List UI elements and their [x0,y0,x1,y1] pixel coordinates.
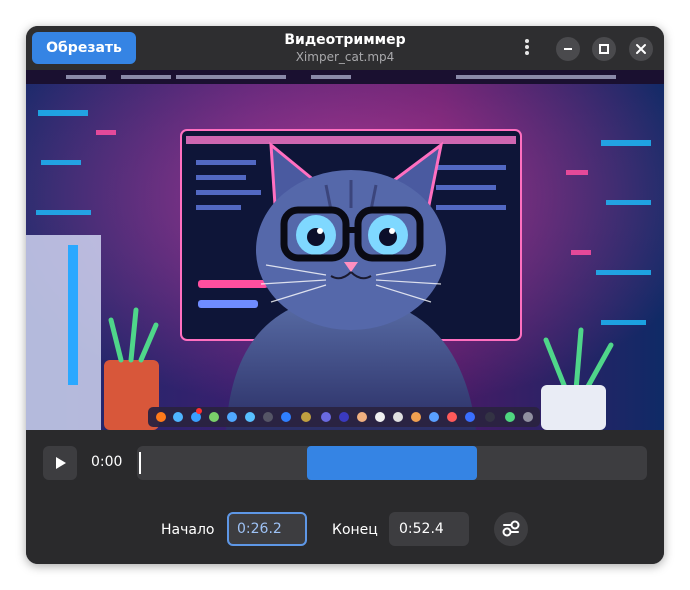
timeline-track[interactable] [137,446,647,480]
vertical-dots-icon [516,39,538,55]
trim-selection-range[interactable] [307,446,477,480]
minimize-icon [564,48,572,50]
minimize-button[interactable] [556,37,580,61]
start-label: Начало [161,522,215,538]
app-window: Обрезать Видеотриммер Ximper_cat.mp4 0:0… [26,26,664,564]
end-time-field[interactable]: 0:52.4 [389,512,469,546]
close-button[interactable] [629,37,653,61]
current-time: 0:00 [91,454,123,470]
start-time-field[interactable]: 0:26.2 [227,512,307,546]
play-button[interactable] [43,446,77,480]
play-icon [56,457,66,469]
menu-button[interactable] [516,37,538,59]
video-frame [26,70,664,430]
playhead[interactable] [139,452,141,474]
video-preview[interactable] [26,70,664,430]
settings-toggle-icon [502,520,520,537]
controls-panel: 0:00 Начало 0:26.2 Конец 0:52.4 [26,430,664,564]
maximize-icon [599,44,609,54]
maximize-button[interactable] [592,37,616,61]
end-label: Конец [332,522,378,538]
header-bar: Обрезать Видеотриммер Ximper_cat.mp4 [26,26,664,70]
close-icon [636,44,646,54]
options-button[interactable] [494,512,528,546]
